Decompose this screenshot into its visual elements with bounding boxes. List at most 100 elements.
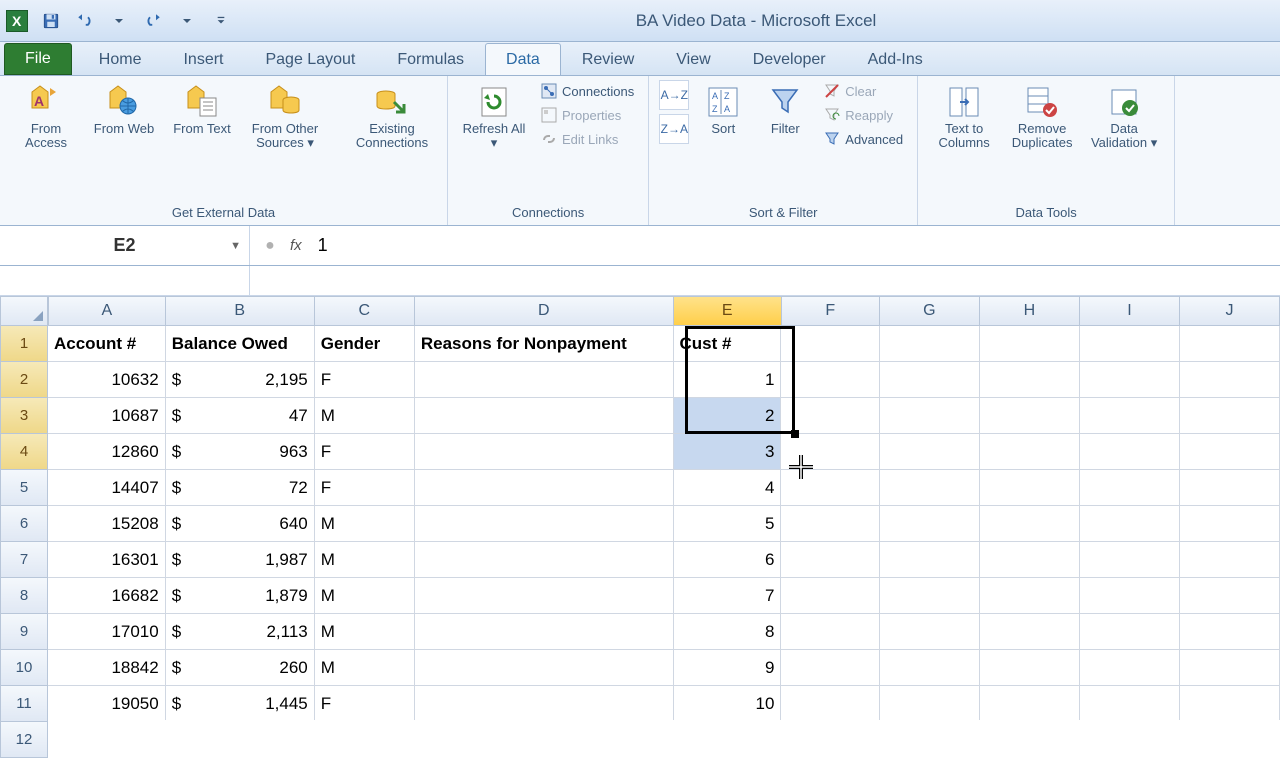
cell[interactable]: F bbox=[315, 434, 415, 470]
existing-connections-button[interactable]: Existing Connections bbox=[347, 80, 437, 152]
cell[interactable] bbox=[781, 614, 879, 650]
tab-insert[interactable]: Insert bbox=[162, 43, 244, 75]
cell[interactable] bbox=[415, 614, 674, 650]
cell[interactable] bbox=[1080, 398, 1180, 434]
undo-menu[interactable] bbox=[105, 8, 133, 34]
cell[interactable] bbox=[1180, 398, 1280, 434]
tab-developer[interactable]: Developer bbox=[732, 43, 847, 75]
cell[interactable]: 18842 bbox=[48, 650, 166, 686]
cell[interactable]: 12860 bbox=[48, 434, 166, 470]
cell[interactable]: $963 bbox=[166, 434, 315, 470]
cell[interactable]: M bbox=[315, 614, 415, 650]
tab-view[interactable]: View bbox=[655, 43, 731, 75]
sort-za-button[interactable]: Z→A bbox=[659, 114, 689, 144]
cell[interactable] bbox=[415, 686, 674, 720]
cell[interactable]: 16301 bbox=[48, 542, 166, 578]
cell[interactable]: 9 bbox=[674, 650, 782, 686]
cell[interactable]: 10687 bbox=[48, 398, 166, 434]
from-web-button[interactable]: From Web bbox=[88, 80, 160, 138]
cell[interactable] bbox=[880, 470, 980, 506]
cell[interactable] bbox=[1180, 326, 1280, 362]
cell[interactable] bbox=[880, 362, 980, 398]
fill-handle[interactable] bbox=[791, 430, 799, 438]
sort-az-button[interactable]: A→Z bbox=[659, 80, 689, 110]
cell[interactable]: 15208 bbox=[48, 506, 166, 542]
cell[interactable]: M bbox=[315, 506, 415, 542]
column-header-F[interactable]: F bbox=[782, 296, 880, 326]
column-header-C[interactable]: C bbox=[315, 296, 415, 326]
cell[interactable] bbox=[880, 578, 980, 614]
cell[interactable]: $1,987 bbox=[166, 542, 315, 578]
remove-duplicates-button[interactable]: Remove Duplicates bbox=[1006, 80, 1078, 152]
column-header-D[interactable]: D bbox=[415, 296, 674, 326]
reapply-button[interactable]: Reapply bbox=[819, 104, 907, 126]
save-button[interactable] bbox=[37, 8, 65, 34]
cell[interactable] bbox=[415, 578, 674, 614]
cell[interactable] bbox=[980, 434, 1080, 470]
tab-page-layout[interactable]: Page Layout bbox=[244, 43, 376, 75]
cell[interactable]: $1,879 bbox=[166, 578, 315, 614]
fx-icon[interactable]: fx bbox=[290, 237, 302, 254]
clear-button[interactable]: Clear bbox=[819, 80, 907, 102]
cell[interactable]: M bbox=[315, 650, 415, 686]
cell[interactable]: $260 bbox=[166, 650, 315, 686]
worksheet-grid[interactable]: 1 23456789101112 ABCDEFGHIJ Account # Ba… bbox=[0, 296, 1280, 720]
row-header[interactable]: 4 bbox=[0, 434, 48, 470]
row-header[interactable]: 3 bbox=[0, 398, 48, 434]
header-cust[interactable]: Cust # bbox=[674, 326, 782, 362]
cell[interactable]: $2,113 bbox=[166, 614, 315, 650]
cell[interactable]: 8 bbox=[674, 614, 782, 650]
cell[interactable] bbox=[980, 614, 1080, 650]
cell[interactable] bbox=[1080, 542, 1180, 578]
cell[interactable]: 1 bbox=[674, 362, 782, 398]
qat-customize[interactable] bbox=[207, 8, 235, 34]
sort-button[interactable]: AZZA Sort bbox=[695, 80, 751, 138]
cell[interactable] bbox=[1180, 506, 1280, 542]
cell[interactable] bbox=[1180, 470, 1280, 506]
cell[interactable] bbox=[880, 398, 980, 434]
refresh-all-button[interactable]: Refresh All ▾ bbox=[458, 80, 530, 152]
cell[interactable]: 4 bbox=[674, 470, 782, 506]
header-gender[interactable]: Gender bbox=[315, 326, 415, 362]
row-header[interactable]: 8 bbox=[0, 578, 48, 614]
cell[interactable] bbox=[415, 506, 674, 542]
connections-button[interactable]: Connections bbox=[536, 80, 638, 102]
cell[interactable]: 6 bbox=[674, 542, 782, 578]
cell[interactable]: 7 bbox=[674, 578, 782, 614]
cell[interactable] bbox=[1080, 614, 1180, 650]
cell[interactable] bbox=[415, 470, 674, 506]
file-tab[interactable]: File bbox=[4, 43, 72, 75]
column-header-B[interactable]: B bbox=[166, 296, 315, 326]
undo-button[interactable] bbox=[71, 8, 99, 34]
edit-links-button[interactable]: Edit Links bbox=[536, 128, 638, 150]
cell[interactable] bbox=[980, 470, 1080, 506]
row-header[interactable]: 9 bbox=[0, 614, 48, 650]
cell[interactable] bbox=[980, 686, 1080, 720]
row-header[interactable]: 2 bbox=[0, 362, 48, 398]
cell[interactable] bbox=[415, 542, 674, 578]
cell[interactable] bbox=[415, 398, 674, 434]
row-header[interactable]: 10 bbox=[0, 650, 48, 686]
select-all-corner[interactable] bbox=[0, 296, 48, 326]
cell[interactable] bbox=[980, 362, 1080, 398]
row-header[interactable]: 1 bbox=[0, 326, 48, 362]
cell[interactable] bbox=[880, 686, 980, 720]
text-to-columns-button[interactable]: Text to Columns bbox=[928, 80, 1000, 152]
column-header-H[interactable]: H bbox=[980, 296, 1080, 326]
advanced-button[interactable]: Advanced bbox=[819, 128, 907, 150]
column-header-E[interactable]: E bbox=[674, 296, 782, 326]
redo-menu[interactable] bbox=[173, 8, 201, 34]
cell[interactable] bbox=[980, 578, 1080, 614]
cell[interactable]: $1,445 bbox=[166, 686, 315, 720]
tab-formulas[interactable]: Formulas bbox=[376, 43, 485, 75]
cell[interactable] bbox=[1080, 470, 1180, 506]
cell[interactable] bbox=[1180, 542, 1280, 578]
row-header[interactable]: 5 bbox=[0, 470, 48, 506]
cell[interactable]: 17010 bbox=[48, 614, 166, 650]
cell[interactable]: 14407 bbox=[48, 470, 166, 506]
cell[interactable]: 19050 bbox=[48, 686, 166, 720]
cell[interactable]: 16682 bbox=[48, 578, 166, 614]
from-text-button[interactable]: From Text bbox=[166, 80, 238, 138]
cell[interactable] bbox=[415, 362, 674, 398]
tab-add-ins[interactable]: Add-Ins bbox=[847, 43, 944, 75]
